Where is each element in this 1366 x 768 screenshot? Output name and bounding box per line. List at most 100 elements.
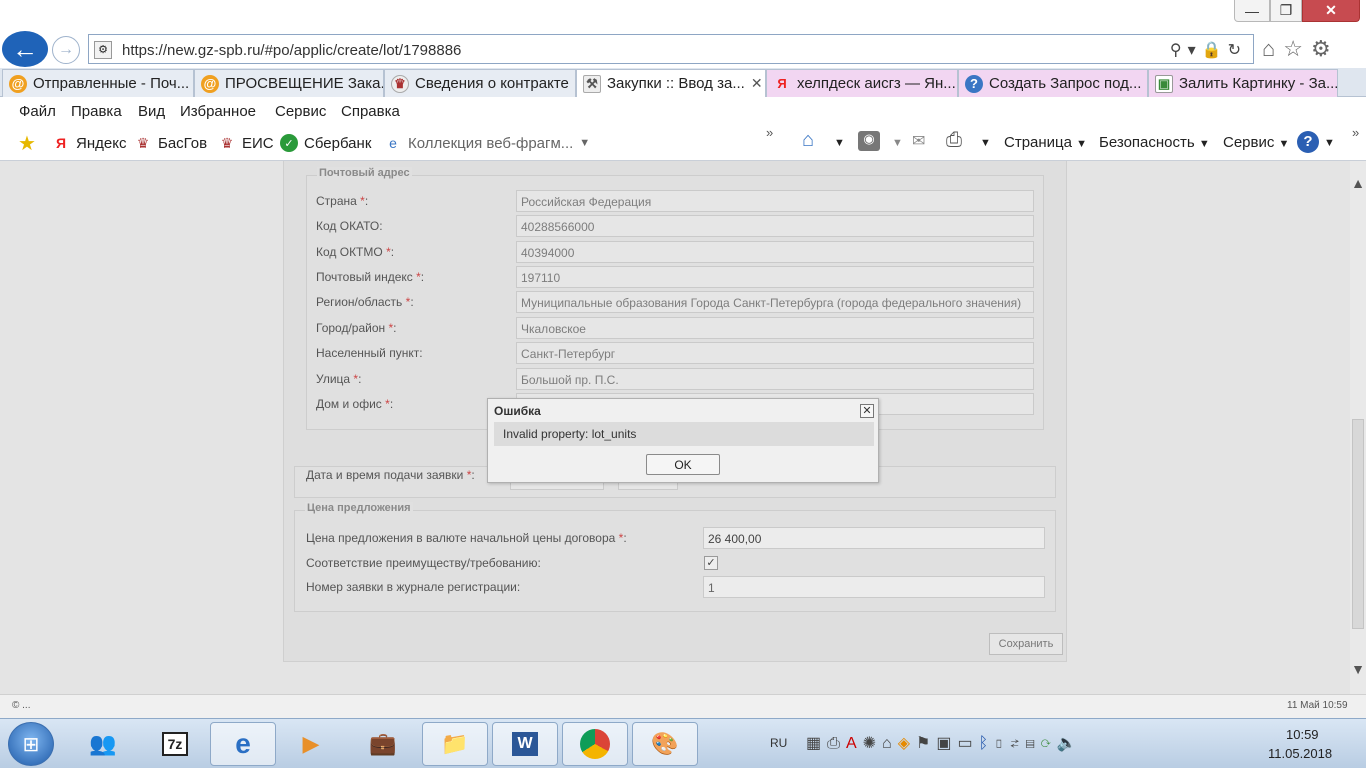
chevron-down-icon[interactable]: ▼ (980, 137, 991, 149)
fav-basgov[interactable]: ♛ БасГов (134, 134, 207, 152)
more-chevron-icon[interactable]: » (766, 125, 773, 140)
safety-menu[interactable]: Безопасность ▼ (1099, 134, 1210, 151)
dialog-close-icon[interactable]: ✕ (860, 404, 874, 418)
taskbar-7zip-app[interactable]: 7z (142, 722, 208, 766)
tray-usb-icon[interactable]: ⇄ (1010, 735, 1026, 752)
menu-tools[interactable]: Сервис (275, 103, 326, 120)
fav-webslice-gallery[interactable]: e Коллекция веб-фрагм... ▼ (384, 134, 590, 152)
scroll-up-icon[interactable]: ▲ (1350, 175, 1366, 191)
tab-contract-info[interactable]: ♛ Сведения о контракте (384, 69, 576, 97)
tray-printer-icon[interactable]: ⎙ (827, 735, 846, 752)
country-field[interactable]: Российская Федерация (516, 190, 1034, 212)
refresh-icon[interactable]: ↻ (1228, 42, 1247, 59)
forward-button[interactable]: → (52, 36, 80, 64)
clock-time[interactable]: 10:59 (1286, 727, 1319, 742)
tray-bug-icon[interactable]: ✺ (863, 735, 882, 752)
volume-icon[interactable]: 🔈 (1057, 735, 1083, 752)
oktmo-field[interactable]: 40394000 (516, 241, 1034, 263)
taskbar-users-app[interactable]: 👥 (70, 722, 136, 766)
taskbar-paint-app[interactable]: 🎨 (632, 722, 698, 766)
region-label: Регион/область *: (316, 295, 414, 309)
tab-upload-image[interactable]: ▣ Залить Картинку - За... (1148, 69, 1338, 97)
search-icon[interactable]: ⚲ (1170, 42, 1188, 59)
folder-icon: 📁 (441, 731, 469, 756)
required-mark: * (386, 245, 391, 259)
more-chevron-icon[interactable]: » (1352, 125, 1359, 140)
submit-date-label: Дата и время подачи заявки *: (306, 468, 475, 482)
clock-date[interactable]: 11.05.2018 (1268, 746, 1332, 761)
taskbar-chrome-app[interactable] (562, 722, 628, 766)
url-text[interactable]: https://new.gz-spb.ru/#po/applic/create/… (122, 42, 461, 59)
tab-helpdesk[interactable]: Я хелпдеск аисгз — Ян... (766, 69, 958, 97)
menu-help[interactable]: Справка (341, 103, 400, 120)
okato-field[interactable]: 40288566000 (516, 215, 1034, 237)
chevron-down-icon[interactable]: ▼ (1324, 137, 1335, 149)
chevron-down-icon[interactable]: ▼ (834, 137, 845, 149)
price-field[interactable]: 26 400,00 (703, 527, 1045, 549)
tools-menu[interactable]: Сервис ▼ (1223, 134, 1289, 151)
fav-yandex[interactable]: Я Яндекс (52, 134, 126, 152)
label-text: Цена предложения в валюте начальной цены… (306, 531, 616, 545)
tab-purchases-active[interactable]: ⚒ Закупки :: Ввод за... ✕ (576, 69, 766, 97)
home-cmd-icon[interactable]: ⌂ (802, 129, 814, 152)
page-menu[interactable]: Страница ▼ (1004, 134, 1087, 151)
language-indicator[interactable]: RU (770, 736, 787, 750)
tray-hat-icon[interactable]: ⌂ (882, 735, 898, 752)
settlement-field[interactable]: Санкт-Петербург (516, 342, 1034, 364)
tray-network-app-icon[interactable]: ▣ (936, 735, 957, 752)
tray-adobe-icon[interactable]: A (846, 735, 863, 752)
taskbar-word-app[interactable]: W (492, 722, 558, 766)
scroll-down-icon[interactable]: ▼ (1350, 661, 1366, 677)
back-button[interactable]: ← (2, 31, 48, 67)
address-bar[interactable]: ⚙ https://new.gz-spb.ru/#po/applic/creat… (88, 34, 1254, 64)
regnum-field[interactable]: 1 (703, 576, 1045, 598)
menu-edit[interactable]: Правка (71, 103, 122, 120)
home-icon[interactable]: ⌂ (1262, 36, 1283, 61)
taskbar-explorer-app[interactable]: 📁 (422, 722, 488, 766)
menu-favorites[interactable]: Избранное (180, 103, 256, 120)
page-scrollbar[interactable]: ▲ ▼ (1350, 161, 1366, 694)
lock-icon[interactable]: 🔒 (1202, 42, 1228, 59)
fav-eis[interactable]: ♛ ЕИС (218, 134, 274, 152)
minimize-button[interactable]: — (1234, 0, 1270, 22)
taskbar-media-app[interactable]: ▶ (278, 722, 344, 766)
tab-mail[interactable]: @ Отправленные - Поч... (2, 69, 194, 97)
postcode-label: Почтовый индекс *: (316, 270, 425, 284)
close-window-button[interactable]: ✕ (1302, 0, 1360, 22)
chevron-down-icon[interactable]: ▾ (1188, 42, 1202, 59)
bluetooth-icon[interactable]: ᛒ (979, 735, 995, 752)
tab-prosveshchenie[interactable]: @ ПРОСВЕЩЕНИЕ Зака... (194, 69, 384, 97)
tray-network-icon[interactable]: ▤ (1025, 735, 1041, 752)
feeds-icon[interactable]: ◉ (858, 131, 880, 151)
taskbar-ie-app[interactable]: e (210, 722, 276, 766)
tray-sync-icon[interactable]: ⟳ (1041, 735, 1057, 752)
street-field[interactable]: Большой пр. П.С. (516, 368, 1034, 390)
chevron-down-icon[interactable]: ▼ (892, 137, 903, 149)
help-icon[interactable]: ? (1297, 131, 1319, 153)
print-icon[interactable]: ⎙ (946, 129, 962, 152)
fav-sberbank[interactable]: ✓ Сбербанк (280, 134, 371, 152)
ok-button[interactable]: OK (646, 454, 720, 475)
mail-icon[interactable]: ✉ (912, 131, 925, 151)
tray-update-icon[interactable]: ◈ (898, 735, 916, 752)
gear-icon[interactable]: ⚙ (1311, 36, 1339, 61)
tray-device-icon[interactable]: ▯ (994, 735, 1010, 752)
advantage-checkbox[interactable]: ✓ (704, 556, 718, 570)
save-button[interactable]: Сохранить (989, 633, 1063, 655)
scroll-thumb[interactable] (1352, 419, 1364, 629)
close-tab-icon[interactable]: ✕ (751, 75, 763, 92)
region-field[interactable]: Муниципальные образования Города Санкт-П… (516, 291, 1034, 313)
star-icon[interactable]: ☆ (1283, 36, 1311, 61)
menu-file[interactable]: Файл (19, 103, 56, 120)
taskbar-briefcase-app[interactable]: 💼 (350, 722, 416, 766)
city-field[interactable]: Чкаловское (516, 317, 1034, 339)
maximize-button[interactable]: ❐ (1270, 0, 1302, 22)
tab-create-request[interactable]: ? Создать Запрос под... (958, 69, 1148, 97)
flag-icon[interactable]: ⚑ (916, 735, 936, 752)
tray-app-icon[interactable]: ▦ (806, 735, 827, 752)
favorites-star-button[interactable]: ★ (18, 133, 42, 155)
postcode-field[interactable]: 197110 (516, 266, 1034, 288)
menu-view[interactable]: Вид (138, 103, 165, 120)
tray-monitor-icon[interactable]: ▭ (957, 735, 978, 752)
start-button[interactable]: ⊞ (8, 722, 54, 766)
